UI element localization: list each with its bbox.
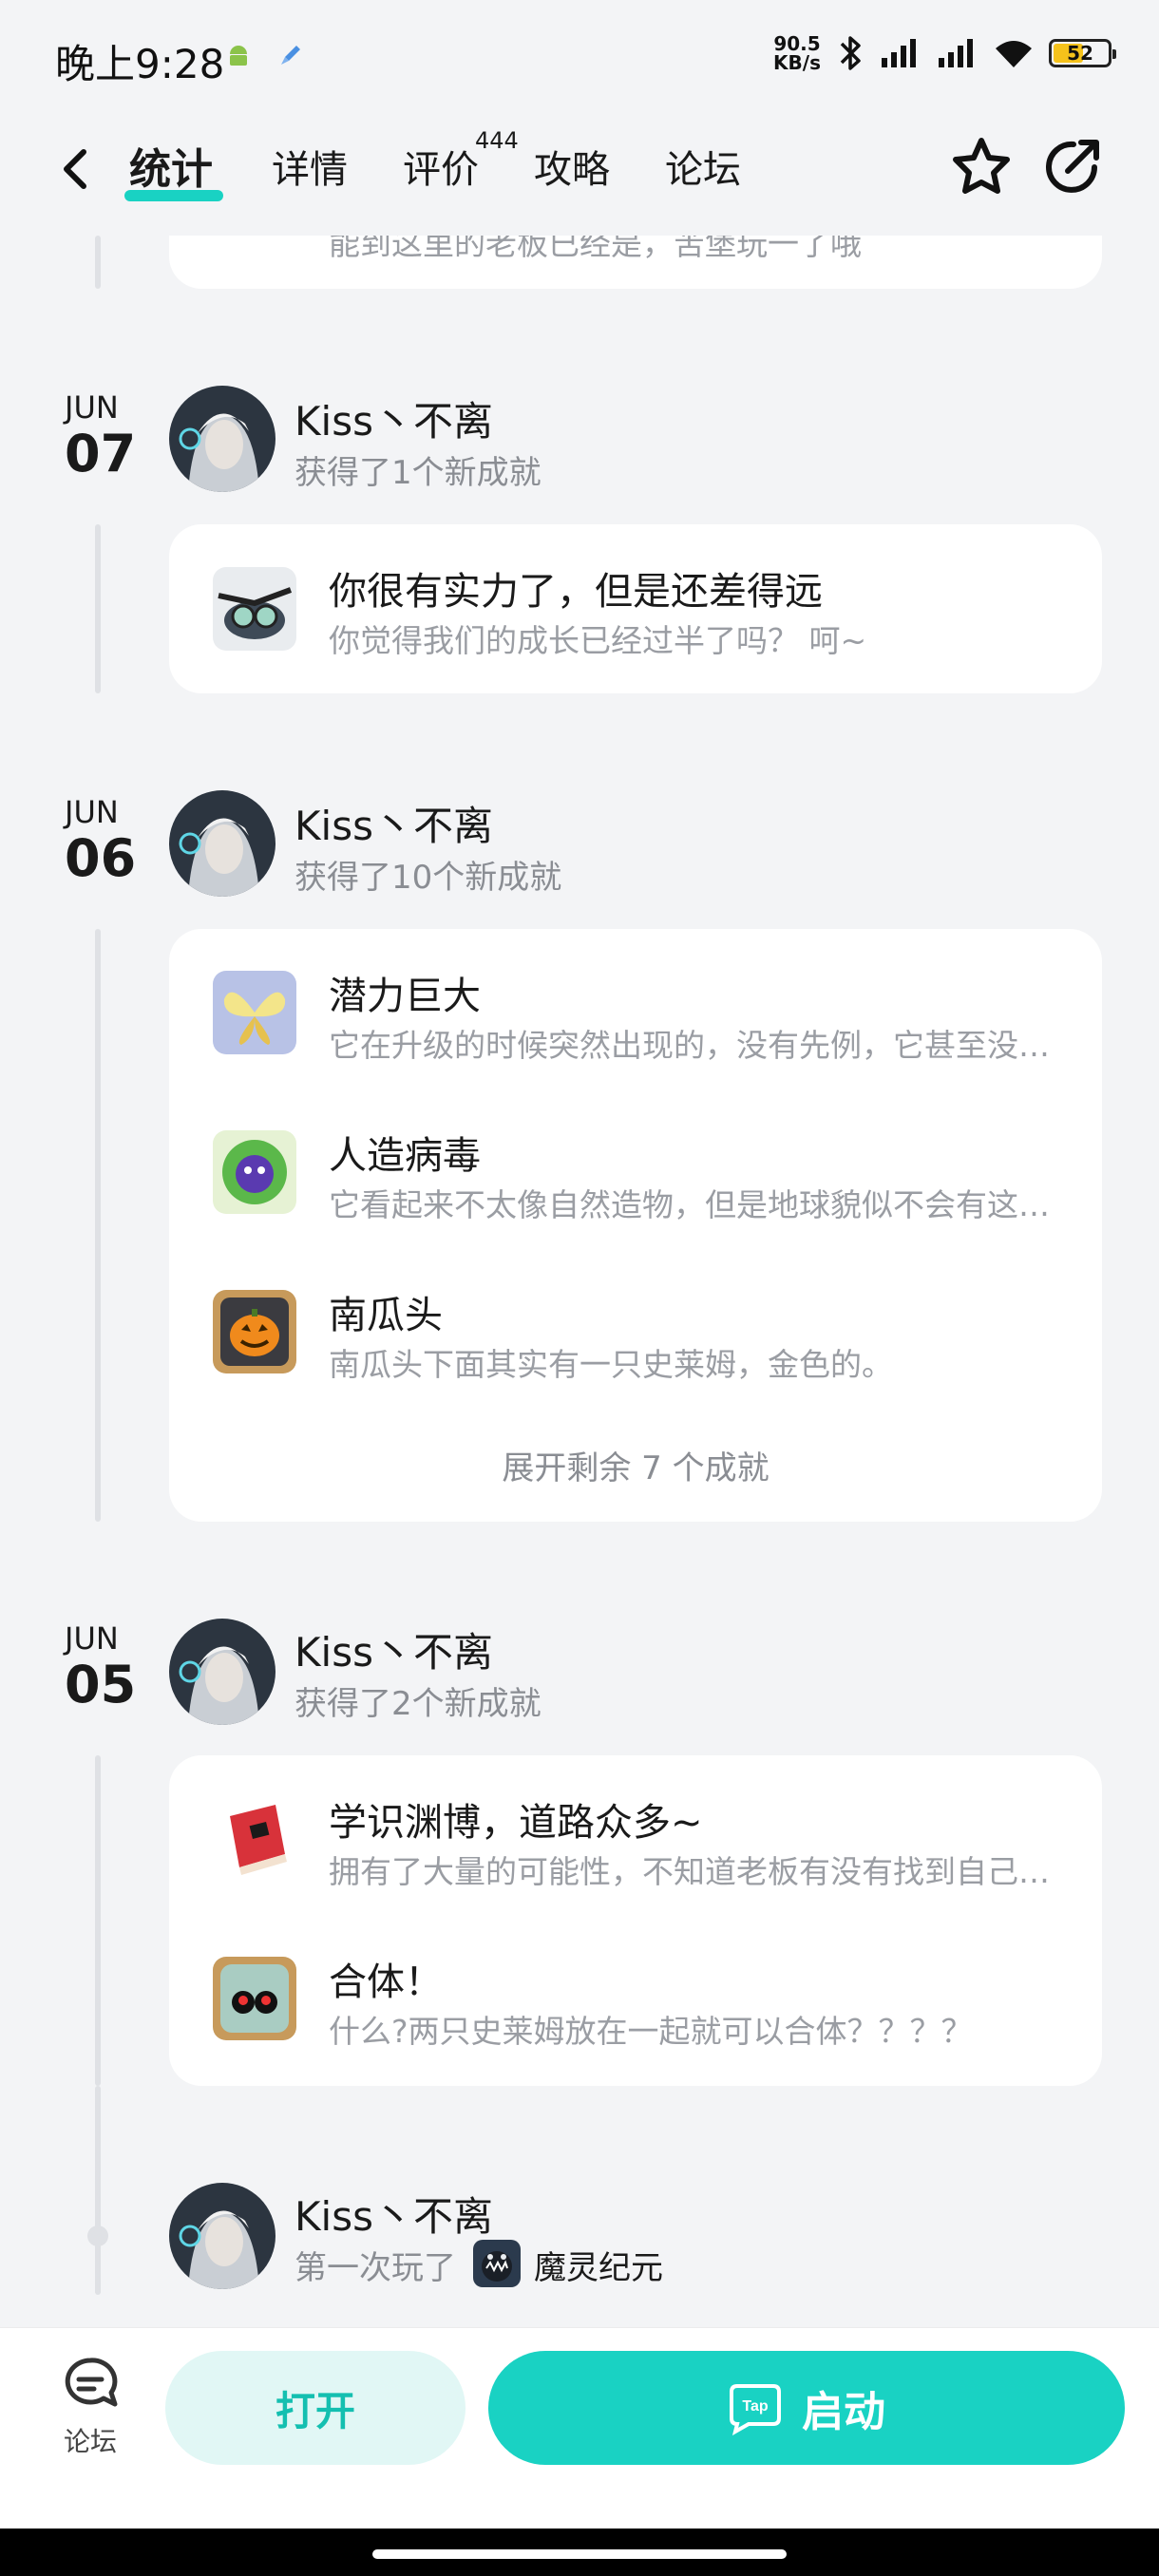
achievement-title: 人造病毒 xyxy=(329,1134,481,1178)
timeline-line xyxy=(95,2086,101,2295)
user-name[interactable]: Kiss丶不离 xyxy=(294,389,493,447)
achievement-desc: 拥有了大量的可能性，不知道老板有没有找到自己的路 xyxy=(329,1853,1070,1890)
achievement-title: 合体！ xyxy=(329,1960,443,2004)
red-book-icon xyxy=(213,1797,296,1881)
launch-label: 启动 xyxy=(802,2388,885,2436)
entry-summary: 获得了2个新成就 xyxy=(294,1685,542,1723)
achievement-desc: 什么?两只史莱姆放在一起就可以合体？？？？ xyxy=(329,2013,973,2050)
date-day: 07 xyxy=(65,424,137,483)
svg-text:Tap: Tap xyxy=(742,2398,768,2415)
bottom-action-bar: 论坛 打开 Tap 启动 xyxy=(0,2327,1159,2529)
forum-chat-icon xyxy=(65,2358,118,2407)
date-month: JUN xyxy=(65,1620,119,1657)
achievement-desc: 南瓜头下面其实有一只史莱姆，金色的。 xyxy=(329,1346,893,1383)
date-day: 05 xyxy=(65,1655,137,1714)
pumpkin-icon xyxy=(213,1290,296,1373)
timeline-line xyxy=(95,1755,101,2086)
back-arrow-icon[interactable] xyxy=(53,141,99,198)
tab-stats[interactable]: 统计 xyxy=(129,135,213,196)
date-day: 06 xyxy=(65,828,137,888)
home-indicator[interactable] xyxy=(372,2549,787,2559)
avatar[interactable] xyxy=(169,2183,276,2289)
system-nav-bar xyxy=(0,2529,1159,2576)
entry-summary: 获得了1个新成就 xyxy=(294,454,542,492)
entry-summary: 获得了10个新成就 xyxy=(294,859,562,897)
achievement-title: 学识渊博，道路众多~ xyxy=(329,1801,703,1845)
tab-guides[interactable]: 攻略 xyxy=(534,139,610,194)
user-name[interactable]: Kiss丶不离 xyxy=(294,794,493,852)
avatar[interactable] xyxy=(169,1619,276,1725)
ninja-goggles-icon xyxy=(213,567,296,651)
share-icon[interactable] xyxy=(1039,133,1106,199)
game-name[interactable]: 魔灵纪元 xyxy=(534,2242,663,2288)
achievement-card: 学识渊博，道路众多~ 拥有了大量的可能性，不知道老板有没有找到自己的路 合体！ … xyxy=(169,1755,1102,2086)
tab-forum[interactable]: 论坛 xyxy=(665,139,741,194)
achievement-card: 你很有实力了，但是还差得远 你觉得我们的成长已经过半了吗？ 呵~ xyxy=(169,524,1102,693)
timeline-line xyxy=(95,929,101,1522)
tab-reviews[interactable]: 评价 xyxy=(403,139,479,194)
launch-button[interactable]: Tap 启动 xyxy=(488,2351,1125,2465)
user-name[interactable]: Kiss丶不离 xyxy=(294,2185,493,2243)
achievement-desc: 你觉得我们的成长已经过半了吗？ 呵~ xyxy=(329,622,867,659)
forum-button[interactable]: 论坛 xyxy=(48,2355,133,2488)
achievement-title: 南瓜头 xyxy=(329,1294,443,1337)
date-month: JUN xyxy=(65,794,119,830)
favorite-star-icon[interactable] xyxy=(948,133,1015,199)
butterfly-icon xyxy=(213,971,296,1054)
virus-icon xyxy=(213,1130,296,1214)
taptap-logo-icon: Tap xyxy=(730,2384,781,2435)
user-name[interactable]: Kiss丶不离 xyxy=(294,1620,493,1678)
achievement-desc: 它在升级的时候突然出现的，没有先例，它甚至没有名字 xyxy=(329,1027,1070,1064)
timeline: 能到这里的老板已经是，苦堡玩一了哦 JUN 07 Kiss丶不离 获得了1个新成… xyxy=(0,0,1159,2327)
review-count-badge: 444 xyxy=(475,127,519,154)
tab-details[interactable]: 详情 xyxy=(272,139,348,194)
avatar[interactable] xyxy=(169,386,276,492)
entry-summary: 第一次玩了 xyxy=(294,2249,456,2287)
open-button[interactable]: 打开 xyxy=(165,2351,466,2465)
top-nav: 统计 详情 评价 444 攻略 论坛 xyxy=(0,112,1159,236)
avatar[interactable] xyxy=(169,790,276,897)
achievement-desc: 它看起来不太像自然造物，但是地球貌似不会有这种东西 xyxy=(329,1186,1070,1223)
achievement-title: 潜力巨大 xyxy=(329,975,481,1018)
twin-slime-icon xyxy=(213,1957,296,2040)
achievement-card: 潜力巨大 它在升级的时候突然出现的，没有先例，它甚至没有名字 人造病毒 它看起来… xyxy=(169,929,1102,1522)
timeline-line xyxy=(95,236,101,289)
timeline-dot-icon xyxy=(87,2226,108,2246)
achievement-title: 你很有实力了，但是还差得远 xyxy=(329,570,823,614)
game-icon[interactable] xyxy=(473,2240,521,2287)
timeline-line xyxy=(95,524,101,693)
date-month: JUN xyxy=(65,389,119,426)
forum-label: 论坛 xyxy=(63,2426,117,2457)
expand-achievements-link[interactable]: 展开剩余 7 个成就 xyxy=(169,1442,1102,1488)
